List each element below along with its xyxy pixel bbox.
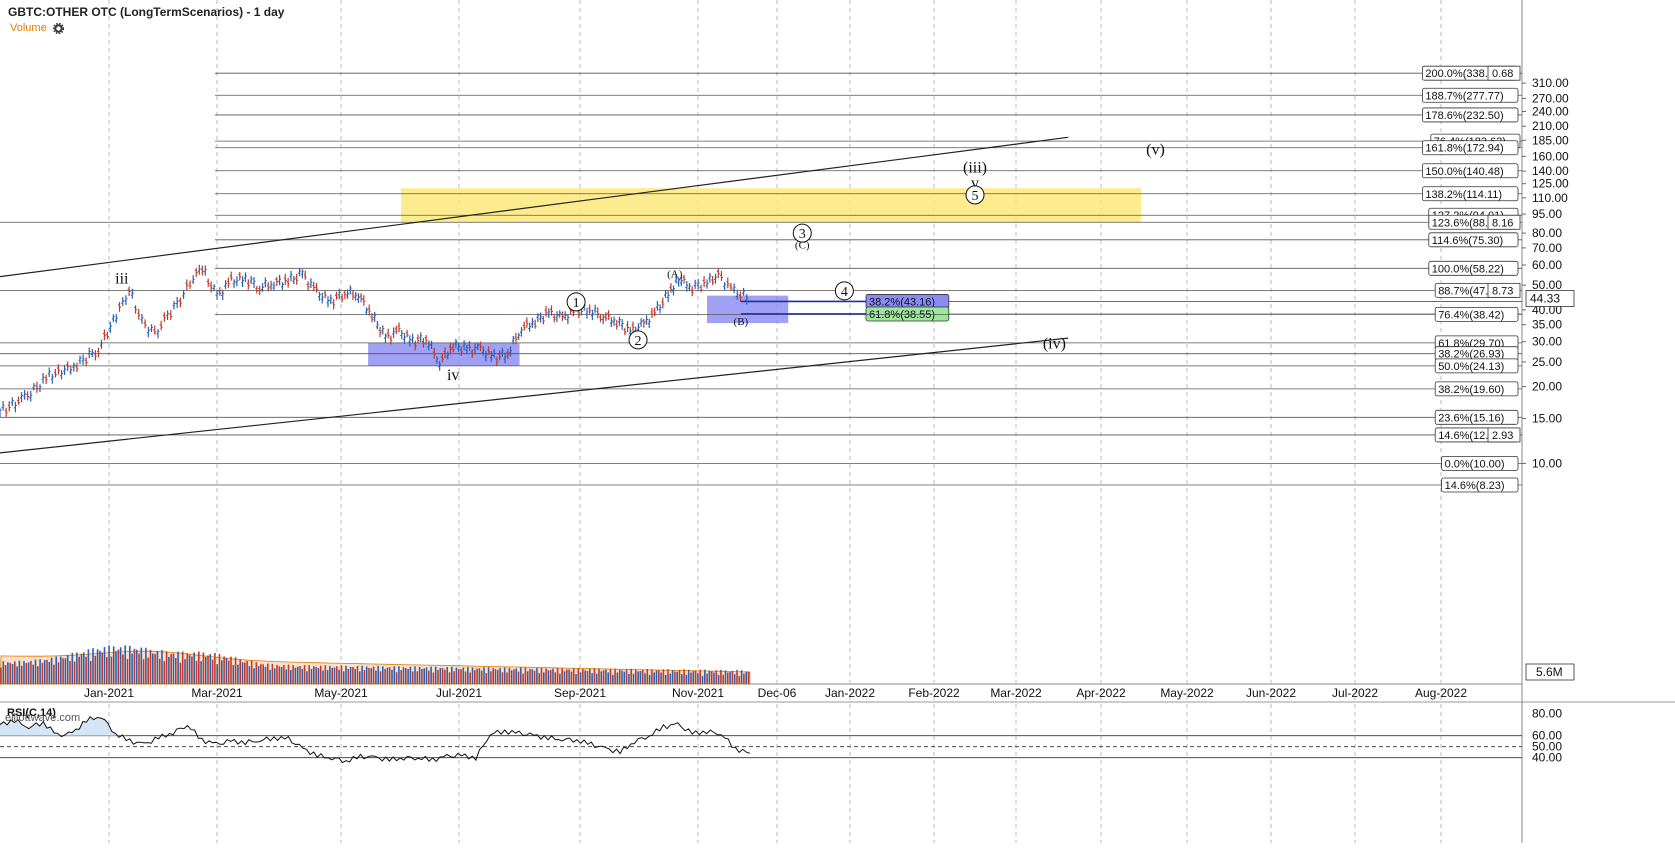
price-axis-tick-label: 20.00 [1532, 380, 1562, 394]
wave-label: iv [447, 367, 459, 384]
time-axis-tick-label: Apr-2022 [1076, 686, 1126, 700]
time-axis-tick-label: Jun-2022 [1246, 686, 1296, 700]
fib-label: 0.0%(10.00) [1445, 458, 1505, 470]
price-axis-tick-label: 160.00 [1532, 149, 1569, 163]
fib-label: 188.7%(277.77) [1425, 90, 1503, 102]
rsi-axis-tick-label: 80.00 [1532, 707, 1562, 721]
price-axis-tick-label: 310.00 [1532, 76, 1569, 90]
axis-fragment-label: 0.68 [1492, 68, 1513, 80]
fib-label: 61.8%(38.55) [869, 309, 935, 321]
yellow-target-zone [400, 188, 1142, 223]
fib-label: 50.0%(24.13) [1438, 361, 1504, 373]
time-axis-tick-label: Aug-2022 [1415, 686, 1467, 700]
price-axis-tick-label: 25.00 [1532, 355, 1562, 369]
price-axis-tick-label: 210.00 [1532, 119, 1569, 133]
gear-icon[interactable] [52, 22, 64, 34]
price-axis-tick-label: 70.00 [1532, 241, 1562, 255]
wave-label: 2 [635, 334, 642, 349]
fib-label: 76.4%(38.42) [1438, 309, 1504, 321]
time-axis-tick-label: Dec-06 [758, 686, 797, 700]
volume-last-label: 5.6M [1536, 665, 1563, 679]
fib-label: 38.2%(19.60) [1438, 384, 1504, 396]
time-axis-tick-label: Feb-2022 [908, 686, 960, 700]
chart-title: GBTC:OTHER OTC (LongTermScenarios) - 1 d… [8, 5, 285, 19]
axis-fragment-label: 8.73 [1492, 285, 1513, 297]
chart-stage: 200.0%(338.96) 188.7%(277.77) 178.6%(232.5… [0, 0, 1675, 843]
time-axis-tick-label: Mar-2022 [990, 686, 1042, 700]
wave-label: 5 [972, 189, 979, 204]
wave-label: 4 [841, 285, 848, 300]
fib-label: 23.6%(15.16) [1438, 412, 1504, 424]
price-axis-tick-label: 110.00 [1532, 191, 1568, 205]
fib-label: 150.0%(140.48) [1425, 166, 1503, 178]
axis-fragment-label: 2.93 [1492, 430, 1513, 442]
volume-indicator-label[interactable]: Volume [10, 22, 64, 34]
watermark: elliottwave.com [5, 712, 81, 724]
wave-label: (C) [795, 239, 810, 251]
price-axis-tick-label: 125.00 [1532, 177, 1569, 191]
price-axis-tick-label: 50.00 [1532, 278, 1562, 292]
price-axis-tick-label: 10.00 [1532, 456, 1562, 470]
price-axis-tick-label: 80.00 [1532, 226, 1562, 240]
fib-label: 100.0%(58.22) [1432, 263, 1504, 275]
wave-label: (A) [667, 269, 683, 281]
price-axis-tick-label: 15.00 [1532, 411, 1562, 425]
time-axis-tick-label: May-2021 [314, 686, 368, 700]
time-axis-tick-label: May-2022 [1160, 686, 1214, 700]
axis-fragment-label: 8.16 [1492, 217, 1513, 229]
price-axis-tick-label: 30.00 [1532, 335, 1562, 349]
price-axis-tick-label: 270.00 [1532, 91, 1569, 105]
time-axis-tick-label: Sep-2021 [554, 686, 606, 700]
price-axis-tick-label: 35.00 [1532, 318, 1562, 332]
wave-label: (v) [1146, 142, 1165, 159]
time-axis-tick-label: Jan-2021 [84, 686, 134, 700]
volume-label-text: Volume [10, 22, 47, 34]
chart-background [0, 0, 1675, 843]
rsi-axis-tick-label: 40.00 [1532, 751, 1562, 765]
wave-label: iii [115, 271, 129, 288]
fib-label: 138.2%(114.11) [1425, 189, 1502, 201]
price-axis-tick-label: 95.00 [1532, 207, 1562, 221]
wave-label: 1 [573, 296, 580, 311]
price-axis-tick-label: 185.00 [1532, 133, 1569, 147]
fib-label: 114.6%(75.30) [1432, 235, 1503, 247]
time-axis-tick-label: Nov-2021 [672, 686, 724, 700]
time-axis-tick-label: Mar-2021 [191, 686, 243, 700]
time-axis-tick-label: Jan-2022 [825, 686, 875, 700]
wave-label: (B) [734, 316, 749, 328]
wave-label: (iii) [963, 159, 987, 176]
fib-label: 14.6%(8.23) [1445, 480, 1505, 492]
price-axis-tick-label: 60.00 [1532, 258, 1562, 272]
time-axis-tick-label: Jul-2022 [1332, 686, 1378, 700]
fib-label: 161.8%(172.94) [1425, 143, 1503, 155]
wave-label: (iv) [1043, 336, 1066, 353]
fib-label: 178.6%(232.50) [1425, 110, 1503, 122]
last-price-label: 44.33 [1530, 291, 1560, 305]
price-chart[interactable]: 200.0%(338.96)188.7%(277.77)178.6%(232.5… [0, 0, 1675, 843]
time-axis-tick-label: Jul-2021 [436, 686, 482, 700]
price-axis-tick-label: 240.00 [1532, 104, 1569, 118]
